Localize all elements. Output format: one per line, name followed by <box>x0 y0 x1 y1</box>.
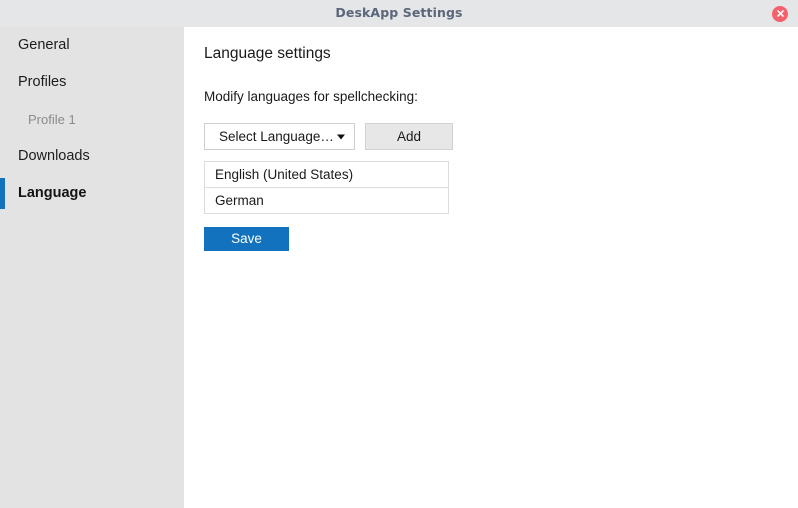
sidebar-item-profile-1[interactable]: Profile 1 <box>0 101 184 138</box>
controls-row: Select Language… Add <box>204 123 798 150</box>
list-item[interactable]: German <box>205 188 448 214</box>
sidebar-item-label: Downloads <box>18 148 90 165</box>
sidebar-item-language[interactable]: Language <box>0 175 184 212</box>
sidebar-item-downloads[interactable]: Downloads <box>0 138 184 175</box>
sidebar-item-label: Profile 1 <box>28 112 76 127</box>
window-title: DeskApp Settings <box>335 5 463 21</box>
list-item[interactable]: English (United States) <box>205 162 448 188</box>
sidebar-item-profiles[interactable]: Profiles <box>0 64 184 101</box>
chevron-down-icon <box>337 134 345 139</box>
app-window: DeskApp Settings General Profiles Profil… <box>0 0 798 508</box>
title-bar: DeskApp Settings <box>0 0 798 27</box>
sidebar-item-label: General <box>18 37 70 54</box>
language-select[interactable]: Select Language… <box>204 123 355 150</box>
save-button[interactable]: Save <box>204 227 289 251</box>
instruction-label: Modify languages for spellchecking: <box>204 88 418 104</box>
language-select-value: Select Language… <box>219 128 334 144</box>
close-icon[interactable] <box>772 5 788 22</box>
page-title: Language settings <box>204 45 331 62</box>
content-panel: Language settings Modify languages for s… <box>184 27 798 508</box>
sidebar: General Profiles Profile 1 Downloads Lan… <box>0 27 184 508</box>
language-list: English (United States) German <box>204 161 449 214</box>
selected-indicator <box>0 178 5 209</box>
sidebar-item-label: Profiles <box>18 74 67 91</box>
sidebar-item-label: Language <box>18 185 87 202</box>
sidebar-item-general[interactable]: General <box>0 27 184 64</box>
add-language-button[interactable]: Add <box>365 123 453 150</box>
